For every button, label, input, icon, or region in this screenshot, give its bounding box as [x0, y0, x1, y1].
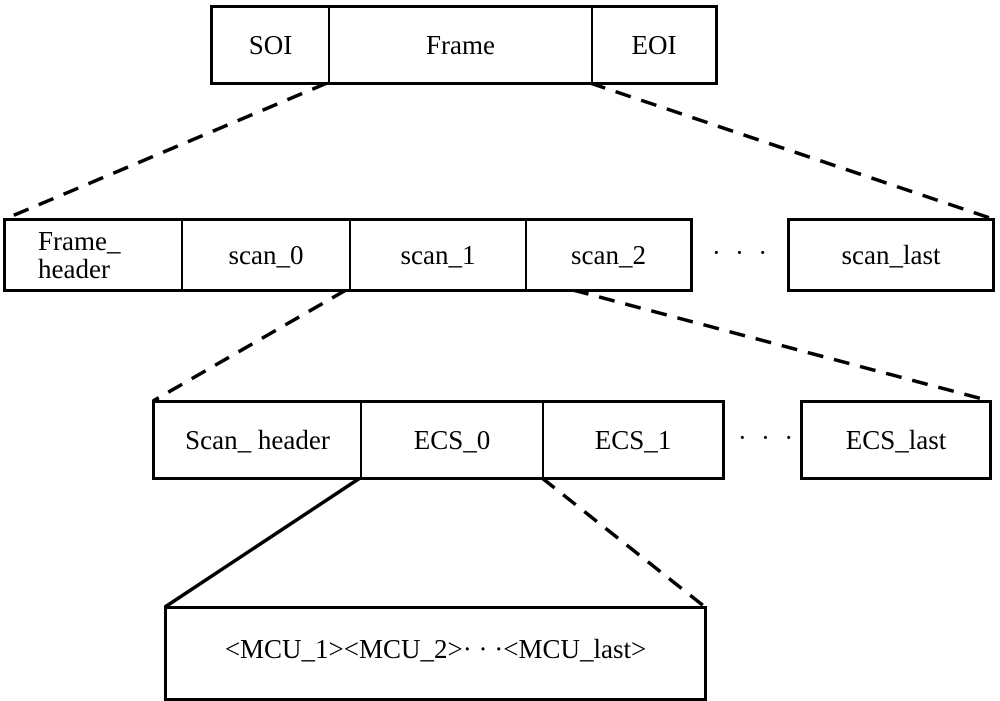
ecs-detail-block: <MCU_1><MCU_2>· · ·<MCU_last>	[164, 606, 707, 701]
soi-segment: SOI	[248, 29, 293, 60]
ecs-ellipsis: · · ·	[738, 423, 797, 452]
expand-frame-right-line	[589, 81, 994, 221]
scan-header-segment: Scan_ header	[185, 424, 330, 455]
eoi-segment: EOI	[591, 8, 715, 82]
frame-segment: Frame	[328, 8, 591, 82]
ecs-last-block: ECS_last	[800, 400, 992, 480]
expand-ecs-left-line	[164, 476, 361, 609]
jpeg-structure-diagram: SOI Frame EOI Frame_ header scan_0 scan_…	[0, 0, 1000, 701]
expand-scan-right-line	[572, 288, 991, 403]
frame-block: Frame_ header scan_0 scan_1 scan_2	[3, 218, 693, 292]
connector-lines	[4, 81, 994, 609]
frame-header-segment: Frame_ header	[38, 225, 121, 284]
ecs-0-segment: ECS_0	[360, 403, 542, 477]
scan-last-block: scan_last	[787, 218, 995, 292]
expand-frame-left-line	[4, 81, 328, 221]
scan-ellipsis: · · ·	[712, 238, 771, 267]
expand-scan-left-line	[152, 288, 347, 403]
mcu-sequence: <MCU_1><MCU_2>· · ·<MCU_last>	[224, 634, 647, 665]
scan-2-segment: scan_2	[525, 221, 690, 289]
scan-0-segment: scan_0	[181, 221, 349, 289]
scan-1-segment: scan_1	[349, 221, 525, 289]
scan-last-segment: scan_last	[841, 239, 941, 270]
expand-ecs-right-line	[540, 476, 707, 609]
scan-block: Scan_ header ECS_0 ECS_1	[152, 400, 725, 480]
ecs-last-segment: ECS_last	[845, 424, 947, 455]
ecs-1-segment: ECS_1	[542, 403, 722, 477]
jpeg-file-block: SOI Frame EOI	[210, 5, 718, 85]
